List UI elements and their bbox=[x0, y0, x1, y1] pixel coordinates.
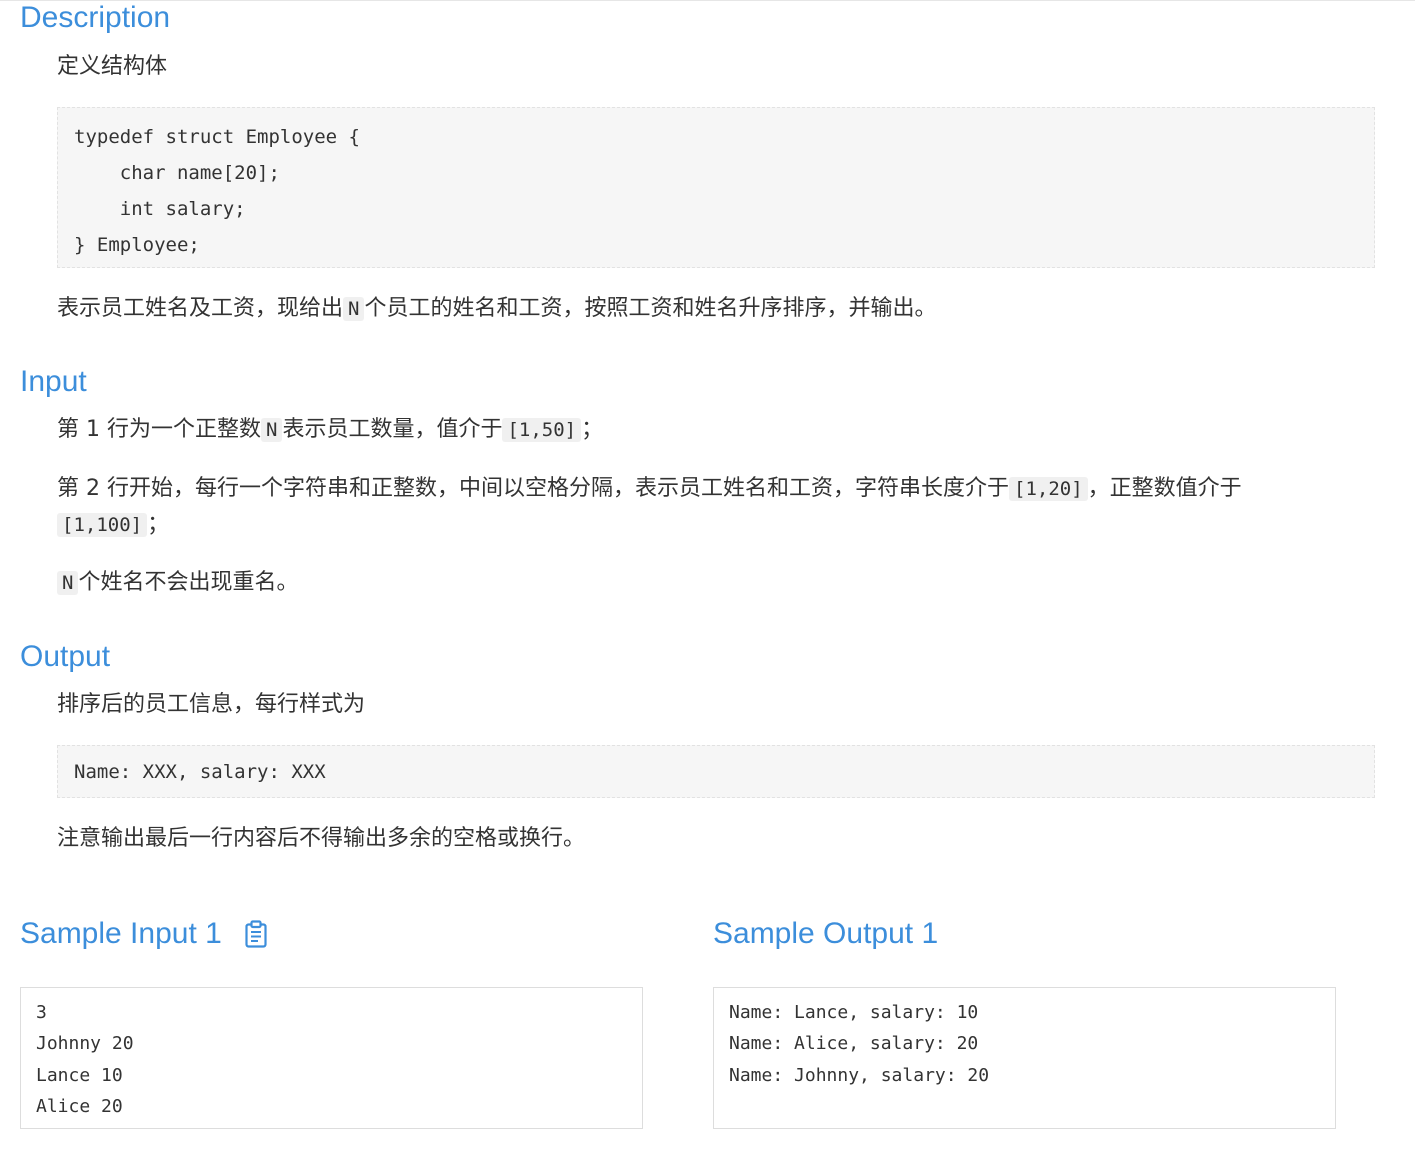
input-text: ； bbox=[581, 417, 604, 442]
sample-output-heading: Sample Output 1 bbox=[713, 915, 938, 953]
description-paragraph: 表示员工姓名及工资，现给出 N 个员工的姓名和工资，按照工资和姓名升序排序，并输出。 bbox=[57, 291, 936, 327]
sample-input-title: Sample Input 1 bbox=[20, 917, 222, 950]
code-line: Name: XXX, salary: XXX bbox=[74, 761, 326, 783]
sample-input-line: Lance 10 bbox=[36, 1064, 123, 1086]
inline-code-n: N bbox=[57, 571, 79, 595]
sample-input-heading: Sample Input 1 bbox=[20, 915, 268, 953]
code-line: typedef struct Employee { bbox=[74, 126, 360, 148]
sample-output-box[interactable]: Name: Lance, salary: 10 Name: Alice, sal… bbox=[713, 987, 1336, 1129]
input-text: 表示员工数量，值介于 bbox=[282, 417, 503, 442]
sample-input-line: Alice 20 bbox=[36, 1095, 123, 1117]
inline-code-n: N bbox=[260, 418, 283, 442]
output-format-code-block: Name: XXX, salary: XXX bbox=[57, 745, 1375, 798]
code-line: } Employee; bbox=[74, 234, 200, 256]
sample-input-line: Johnny 20 bbox=[36, 1033, 134, 1055]
sample-input-line: 3 bbox=[36, 1002, 47, 1023]
sample-input-box[interactable]: 3 Johnny 20 Lance 10 Alice 20 bbox=[20, 987, 643, 1129]
input-text: ，正整数值介于 bbox=[1087, 476, 1242, 501]
description-heading: Description bbox=[20, 1, 171, 34]
output-heading: Output bbox=[20, 640, 111, 673]
output-intro: 排序后的员工信息，每行样式为 bbox=[57, 692, 366, 717]
sample-output-line: Name: Lance, salary: 10 bbox=[729, 1002, 979, 1023]
input-line-4: N 个姓名不会出现重名。 bbox=[57, 565, 298, 601]
description-text: 表示员工姓名及工资，现给出 bbox=[57, 296, 344, 321]
description-text: 个员工的姓名和工资，按照工资和姓名升序排序，并输出。 bbox=[364, 296, 937, 321]
input-text: 第 2 行开始，每行一个字符串和正整数，中间以空格分隔，表示员工姓名和工资，字符… bbox=[57, 476, 1009, 501]
inline-code-range: [1,20] bbox=[1009, 477, 1088, 501]
struct-code-block: typedef struct Employee { char name[20];… bbox=[57, 107, 1375, 268]
inline-code-n: N bbox=[343, 297, 365, 321]
input-text: 个姓名不会出现重名。 bbox=[78, 570, 299, 595]
input-heading: Input bbox=[20, 365, 87, 398]
output-note: 注意输出最后一行内容后不得输出多余的空格或换行。 bbox=[57, 826, 586, 851]
input-text: ； bbox=[147, 512, 170, 537]
clipboard-icon[interactable] bbox=[244, 920, 268, 948]
input-text: 第 1 行为一个正整数 bbox=[57, 417, 261, 442]
sample-output-line: Name: Alice, salary: 20 bbox=[729, 1033, 979, 1055]
input-line-1: 第 1 行为一个正整数 N 表示员工数量，值介于 [1,50]； bbox=[57, 412, 603, 448]
code-line: char name[20]; bbox=[74, 162, 280, 184]
code-line: int salary; bbox=[74, 198, 246, 220]
input-line-3: [1,100]； bbox=[57, 507, 169, 543]
sample-output-line: Name: Johnny, salary: 20 bbox=[729, 1064, 990, 1086]
inline-code-range: [1,50] bbox=[502, 418, 582, 442]
sample-output-title: Sample Output 1 bbox=[713, 917, 939, 950]
input-line-2: 第 2 行开始，每行一个字符串和正整数，中间以空格分隔，表示员工姓名和工资，字符… bbox=[57, 471, 1242, 507]
inline-code-range: [1,100] bbox=[57, 513, 148, 537]
description-intro: 定义结构体 bbox=[57, 54, 168, 79]
